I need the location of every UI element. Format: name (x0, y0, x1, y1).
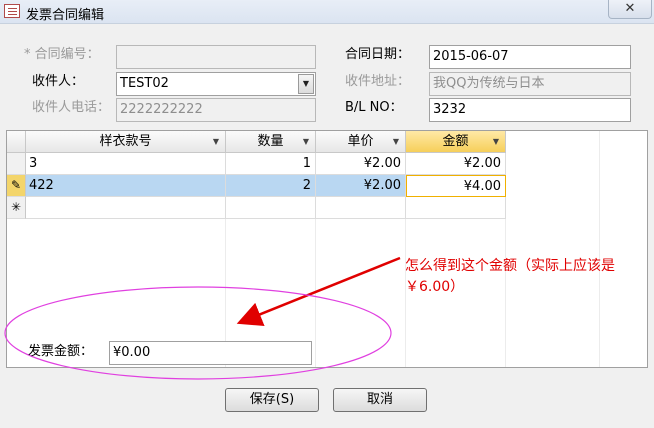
save-button[interactable]: 保存(S) (225, 388, 319, 412)
cancel-button[interactable]: 取消 (333, 388, 427, 412)
invoice-amount-field[interactable]: ¥0.00 (109, 341, 312, 365)
annotation-text: 怎么得到这个金额（实际上应该是￥6.00） (405, 258, 615, 295)
invoice-amount-label: 发票金额： (28, 344, 94, 359)
annotation-overlay (4, 256, 401, 380)
annotation-ellipse (4, 286, 392, 380)
annotation-arrow (236, 256, 401, 326)
